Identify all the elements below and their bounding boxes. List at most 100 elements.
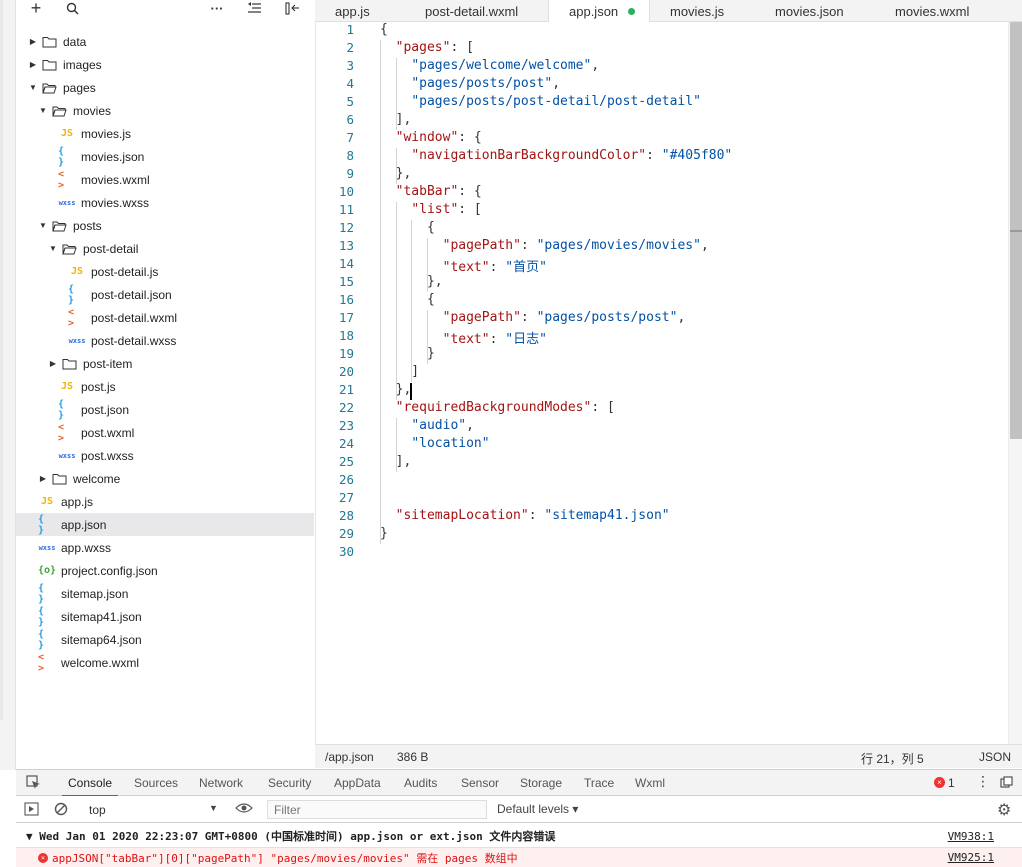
caret-right-icon[interactable]: ▶ [28, 37, 38, 46]
add-file-icon[interactable]: + [28, 0, 44, 18]
tree-folder[interactable]: ▼ pages [16, 76, 314, 99]
tree-folder[interactable]: ▼ movies [16, 99, 314, 122]
error-icon[interactable]: × [934, 777, 945, 788]
more-icon[interactable]: ··· [208, 0, 226, 16]
tree-file[interactable]: < > post.wxml [16, 421, 314, 444]
devtools-tab[interactable]: AppData [334, 776, 381, 790]
tree-file[interactable]: { } sitemap41.json [16, 605, 314, 628]
console-message[interactable]: × appJSON["tabBar"][0]["pagePath"] "pages… [16, 847, 1022, 867]
devtools-tab[interactable]: Wxml [635, 776, 665, 790]
unsaved-dot-icon[interactable] [628, 7, 636, 15]
code-line[interactable]: { [380, 220, 435, 235]
tree-folder[interactable]: ▶ images [16, 53, 314, 76]
devtools-tab[interactable]: Storage [520, 776, 562, 790]
console-filter-input[interactable] [267, 800, 487, 819]
tree-file[interactable]: { } post.json [16, 398, 314, 421]
log-levels-dropdown[interactable]: Default levels ▾ [497, 802, 578, 816]
caret-down-icon[interactable]: ▼ [28, 83, 38, 92]
error-count[interactable]: 1 [948, 776, 955, 790]
status-position[interactable]: 行 21，列 5 [861, 750, 924, 767]
tree-file[interactable]: {o} project.config.json [16, 559, 314, 582]
devtools-tab[interactable]: Network [199, 776, 243, 790]
source-link[interactable]: VM938:1 [948, 830, 994, 843]
code-editor[interactable]: 1 {2 "pages": [3 "pages/welcome/welcome",… [315, 22, 1022, 744]
caret-down-icon[interactable]: ▼ [38, 106, 48, 115]
tree-file[interactable]: wxss app.wxss [16, 536, 314, 559]
line-number: 1 [346, 22, 354, 37]
devtools-tab[interactable]: Trace [584, 776, 614, 790]
tree-file[interactable]: < > welcome.wxml [16, 651, 314, 674]
code-line[interactable]: "pages/welcome/welcome", [380, 58, 599, 73]
tree-file[interactable]: < > post-detail.wxml [16, 306, 314, 329]
caret-down-icon[interactable]: ▼ [38, 221, 48, 230]
tree-file[interactable]: wxss post.wxss [16, 444, 314, 467]
devtools-tab[interactable]: Console [61, 776, 119, 797]
tree-file[interactable]: JS movies.js [16, 122, 314, 145]
code-line[interactable]: "tabBar": { [380, 184, 482, 199]
code-line[interactable]: "text": "首页" [380, 256, 547, 275]
code-line[interactable]: "audio", [380, 418, 474, 433]
code-line[interactable]: "text": "日志" [380, 328, 547, 347]
code-line[interactable]: ] [380, 364, 419, 379]
kebab-menu-icon[interactable]: ⋮ [976, 773, 990, 790]
code-line[interactable]: "sitemapLocation": "sitemap41.json" [380, 508, 670, 523]
tree-folder[interactable]: ▼ posts [16, 214, 314, 237]
context-select[interactable]: top ▼ [80, 799, 222, 819]
code-line[interactable]: "window": { [380, 130, 482, 145]
tree-file[interactable]: { } sitemap.json [16, 582, 314, 605]
settings-gear-icon[interactable]: ⚙ [997, 800, 1011, 820]
tree-file[interactable]: JS app.js [16, 490, 314, 513]
tree-file[interactable]: { } post-detail.json [16, 283, 314, 306]
console-message[interactable]: ▼ Wed Jan 01 2020 22:23:07 GMT+0800 (中国标… [16, 826, 1022, 846]
dock-icon[interactable] [1000, 776, 1013, 791]
code-line[interactable]: "pagePath": "pages/movies/movies", [380, 238, 709, 253]
editor-scrollbar[interactable] [1008, 22, 1022, 744]
tree-file[interactable]: JS post-detail.js [16, 260, 314, 283]
editor-tab[interactable]: app.json [548, 0, 650, 22]
line-number: 21 [338, 382, 354, 397]
devtools-tab[interactable]: Audits [404, 776, 437, 790]
tree-folder[interactable]: ▼ post-detail [16, 237, 314, 260]
code-line[interactable]: "requiredBackgroundModes": [ [380, 400, 615, 415]
caret-right-icon[interactable]: ▶ [48, 359, 58, 368]
tree-file[interactable]: JS post.js [16, 375, 314, 398]
sidebar-toggle-icon[interactable] [24, 802, 39, 819]
collapse-icon[interactable] [246, 0, 262, 16]
status-language[interactable]: JSON [979, 750, 1011, 764]
code-line[interactable]: "pages/posts/post-detail/post-detail" [380, 94, 701, 109]
tree-file[interactable]: < > movies.wxml [16, 168, 314, 191]
caret-down-icon[interactable]: ▼ [48, 244, 58, 253]
devtools-tab[interactable]: Sources [134, 776, 178, 790]
error-icon: × [38, 852, 48, 863]
tree-folder[interactable]: ▶ data [16, 30, 314, 53]
editor-tab[interactable]: app.js [315, 0, 405, 22]
tree-file[interactable]: wxss movies.wxss [16, 191, 314, 214]
editor-tab[interactable]: movies.js [650, 0, 755, 22]
tree-folder[interactable]: ▶ welcome [16, 467, 314, 490]
code-line[interactable]: { [380, 22, 388, 37]
code-line[interactable]: "pages": [ [380, 40, 474, 55]
code-line[interactable]: { [380, 292, 435, 307]
editor-tab[interactable]: movies.json [755, 0, 875, 22]
editor-tab[interactable]: movies.wxml [875, 0, 1015, 22]
code-line[interactable]: } [380, 526, 388, 541]
clear-console-icon[interactable] [54, 802, 68, 819]
tree-file[interactable]: { } sitemap64.json [16, 628, 314, 651]
devtools-tab[interactable]: Sensor [461, 776, 499, 790]
tree-file[interactable]: { } app.json [16, 513, 314, 536]
source-link[interactable]: VM925:1 [948, 851, 994, 864]
search-icon[interactable] [64, 0, 80, 16]
tree-folder[interactable]: ▶ post-item [16, 352, 314, 375]
code-line[interactable]: "pagePath": "pages/posts/post", [380, 310, 686, 325]
tree-file[interactable]: { } movies.json [16, 145, 314, 168]
split-icon[interactable] [283, 0, 301, 16]
caret-right-icon[interactable]: ▶ [38, 474, 48, 483]
eye-icon[interactable] [235, 802, 253, 817]
editor-tab[interactable]: post-detail.wxml [405, 0, 548, 22]
code-line[interactable]: "pages/posts/post", [380, 76, 560, 91]
devtools-tab[interactable]: Security [268, 776, 311, 790]
caret-right-icon[interactable]: ▶ [28, 60, 38, 69]
code-line[interactable]: "navigationBarBackgroundColor": "#405f80… [380, 148, 732, 163]
inspect-icon[interactable] [26, 775, 41, 793]
tree-file[interactable]: wxss post-detail.wxss [16, 329, 314, 352]
